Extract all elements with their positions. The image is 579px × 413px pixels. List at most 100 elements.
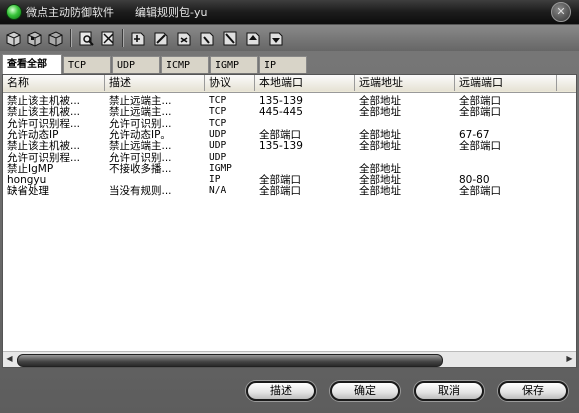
cell-remote-address: 全部地址 bbox=[359, 128, 401, 141]
rule-up-icon[interactable] bbox=[243, 28, 264, 49]
cell-local-port: 全部端口 bbox=[259, 185, 301, 198]
cell-protocol: TCP bbox=[209, 117, 227, 129]
cell-remote-address bbox=[355, 152, 455, 164]
describe-button[interactable]: 描述 bbox=[246, 381, 316, 401]
cell-local-port bbox=[255, 118, 355, 130]
ok-button[interactable]: 确定 bbox=[330, 381, 400, 401]
table-row[interactable]: 禁止IgMP 不接收多播... IGMP 全部地址 bbox=[3, 162, 576, 175]
title-bar: 微点主动防御软件 编辑规则包-yu ✕ bbox=[0, 0, 579, 25]
tab-ip[interactable]: IP bbox=[259, 56, 307, 73]
tab-all[interactable]: 查看全部 bbox=[2, 54, 62, 74]
horizontal-scrollbar[interactable]: ◀ ▶ bbox=[3, 351, 576, 367]
scroll-right-icon[interactable]: ▶ bbox=[563, 353, 576, 365]
tab-icmp[interactable]: ICMP bbox=[161, 56, 209, 73]
cell-remote-address: 全部地址 bbox=[359, 162, 401, 175]
cell-remote-port bbox=[455, 163, 557, 175]
close-button[interactable]: ✕ bbox=[551, 2, 571, 22]
filter-tabs: 查看全部 TCP UDP ICMP IGMP IP bbox=[2, 54, 577, 74]
cell-local-port: 135-139 bbox=[259, 95, 303, 107]
table-row[interactable]: 禁止该主机被... 禁止远端主... TCP 135-139 全部地址 全部端口 bbox=[3, 95, 576, 107]
package-icon[interactable] bbox=[45, 28, 66, 49]
cell-name: 禁止IgMP bbox=[7, 162, 54, 175]
table-row[interactable]: 禁止该主机被... 禁止远端主... TCP 445-445 全部地址 全部端口 bbox=[3, 106, 576, 119]
table-row[interactable]: 允许可识别程... 允许可识别... TCP bbox=[3, 117, 576, 130]
cell-remote-address bbox=[355, 118, 455, 130]
cell-remote-address: 全部地址 bbox=[359, 95, 401, 107]
rule-list[interactable]: 名称 描述 协议 本地端口 远端地址 远端端口 禁止该主机被... 禁止远端主..… bbox=[2, 74, 577, 368]
app-logo-icon bbox=[6, 4, 22, 20]
cell-protocol: TCP bbox=[209, 95, 227, 106]
cell-description: 禁止远端主... bbox=[109, 106, 172, 119]
cell-name: 允许可识别程... bbox=[7, 117, 81, 130]
rule-copy-icon[interactable] bbox=[197, 28, 218, 49]
cell-description: 不接收多播... bbox=[109, 162, 172, 175]
table-row[interactable]: 禁止该主机被... 禁止远端主... UDP 135-139 全部地址 全部端口 bbox=[3, 140, 576, 153]
cell-name: 允许动态IP bbox=[7, 128, 59, 141]
cell-remote-address: 全部地址 bbox=[359, 174, 401, 187]
tab-udp[interactable]: UDP bbox=[112, 56, 160, 73]
cell-local-port: 全部端口 bbox=[259, 174, 301, 187]
save-button[interactable]: 保存 bbox=[498, 381, 568, 401]
export-icon[interactable] bbox=[24, 28, 45, 49]
find-icon[interactable] bbox=[76, 28, 97, 49]
cell-description: 允许动态IP。 bbox=[109, 128, 171, 141]
cell-remote-port: 全部端口 bbox=[459, 95, 501, 107]
cell-remote-port: 全部端口 bbox=[459, 185, 501, 198]
tab-tcp[interactable]: TCP bbox=[63, 56, 111, 73]
column-header-protocol[interactable]: 协议 bbox=[205, 75, 255, 91]
table-header: 名称 描述 协议 本地端口 远端地址 远端端口 bbox=[3, 75, 576, 93]
tab-igmp[interactable]: IGMP bbox=[210, 56, 258, 73]
toolbar-separator bbox=[70, 29, 72, 47]
rule-add-icon[interactable] bbox=[128, 28, 149, 49]
cell-local-port: 445-445 bbox=[259, 106, 303, 119]
cell-remote-port: 80-80 bbox=[459, 174, 490, 187]
cell-local-port bbox=[255, 163, 355, 175]
cell-remote-address: 全部地址 bbox=[359, 140, 401, 153]
cell-local-port: 135-139 bbox=[259, 140, 303, 153]
column-header-remote-port[interactable]: 远端端口 bbox=[455, 75, 557, 91]
column-header-extra[interactable] bbox=[557, 75, 576, 91]
rule-delete-icon[interactable] bbox=[174, 28, 195, 49]
column-header-name[interactable]: 名称 bbox=[3, 75, 105, 91]
cell-local-port bbox=[255, 152, 355, 164]
toolbar bbox=[0, 25, 579, 51]
cell-description: 禁止远端主... bbox=[109, 95, 172, 107]
cell-remote-port bbox=[455, 152, 557, 164]
table-row[interactable]: hongyu IP 全部端口 全部地址 80-80 bbox=[3, 174, 576, 187]
cell-protocol: UDP bbox=[209, 128, 227, 140]
cancel-button[interactable]: 取消 bbox=[414, 381, 484, 401]
cell-protocol: UDP bbox=[209, 151, 227, 163]
cell-protocol: N/A bbox=[209, 185, 227, 197]
import-icon[interactable] bbox=[3, 28, 24, 49]
table-row[interactable]: 允许可识别程... 允许可识别... UDP bbox=[3, 151, 576, 164]
window-title: 微点主动防御软件 编辑规则包-yu bbox=[26, 6, 208, 19]
table-row[interactable]: 缺省处理 当没有规则... N/A 全部端口 全部地址 全部端口 bbox=[3, 185, 576, 198]
rule-down-icon[interactable] bbox=[266, 28, 287, 49]
cell-name: 允许可识别程... bbox=[7, 151, 81, 164]
cell-remote-port bbox=[455, 118, 557, 130]
cell-name: 禁止该主机被... bbox=[7, 140, 81, 153]
cell-description: 禁止远端主... bbox=[109, 140, 172, 153]
app-window: 微点主动防御软件 编辑规则包-yu ✕ 查看全部 TCP UDP ICMP IG… bbox=[0, 0, 579, 413]
cell-remote-address: 全部地址 bbox=[359, 185, 401, 198]
table-row[interactable]: 允许动态IP 允许动态IP。 UDP 全部端口 全部地址 67-67 bbox=[3, 128, 576, 141]
column-header-remote-address[interactable]: 远端地址 bbox=[355, 75, 455, 91]
scroll-thumb[interactable] bbox=[17, 354, 443, 367]
rule-move-icon[interactable] bbox=[220, 28, 241, 49]
cell-description bbox=[105, 174, 205, 186]
column-header-description[interactable]: 描述 bbox=[105, 75, 205, 91]
cell-protocol: IGMP bbox=[209, 162, 232, 174]
scroll-left-icon[interactable]: ◀ bbox=[3, 353, 16, 365]
column-header-local-port[interactable]: 本地端口 bbox=[255, 75, 355, 91]
settings-icon[interactable] bbox=[98, 28, 119, 49]
cell-local-port: 全部端口 bbox=[259, 128, 301, 141]
cell-description: 允许可识别... bbox=[109, 117, 172, 130]
rule-edit-icon[interactable] bbox=[151, 28, 172, 49]
cell-protocol: IP bbox=[209, 174, 221, 186]
cell-protocol: TCP bbox=[209, 106, 227, 118]
cell-name: hongyu bbox=[7, 174, 47, 187]
toolbar-separator bbox=[122, 29, 124, 47]
cell-remote-port: 67-67 bbox=[459, 128, 490, 141]
cell-name: 禁止该主机被... bbox=[7, 106, 81, 119]
cell-description: 允许可识别... bbox=[109, 151, 172, 164]
